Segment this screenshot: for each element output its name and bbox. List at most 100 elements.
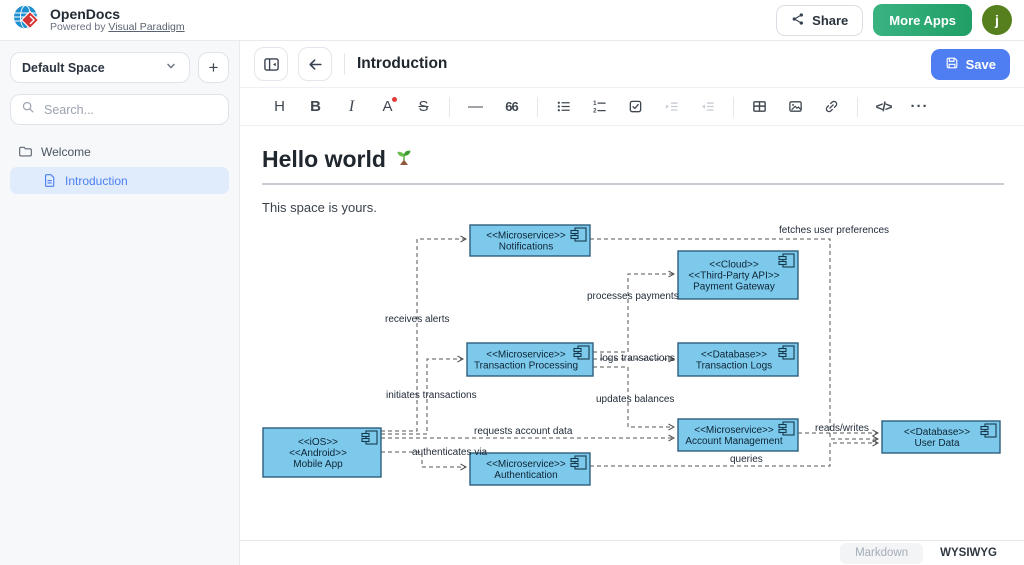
search-input[interactable] xyxy=(42,102,218,118)
table-icon[interactable] xyxy=(746,93,773,120)
font-color-icon[interactable]: A xyxy=(374,93,401,120)
toolbar-separator xyxy=(537,97,538,117)
horizontal-rule-icon[interactable]: — xyxy=(462,93,489,120)
powered-by: Powered by Visual Paradigm xyxy=(50,22,185,34)
seedling-icon xyxy=(394,146,414,173)
folder-icon xyxy=(18,144,33,159)
tree-item-introduction[interactable]: Introduction xyxy=(10,167,229,194)
edge-label-queries: queries xyxy=(730,454,763,465)
component-diagram[interactable]: <<Microservice>>Notifications<<Cloud>><<… xyxy=(250,221,1004,540)
blockquote-icon[interactable]: 66 xyxy=(498,93,525,120)
avatar[interactable]: j xyxy=(982,5,1012,35)
edge-label-reads-writes: reads/writes xyxy=(815,423,869,434)
more-apps-button[interactable]: More Apps xyxy=(873,4,972,36)
svg-text:<<Database>>: <<Database>> xyxy=(701,350,767,361)
svg-text:<<Cloud>>: <<Cloud>> xyxy=(709,260,759,271)
svg-text:Transaction Logs: Transaction Logs xyxy=(696,361,772,372)
formatting-toolbar: HBIAS — 66 12 </> ··· xyxy=(240,88,1024,126)
page-title: Introduction xyxy=(357,55,447,73)
edge-label-logs-transactions: logs transactions xyxy=(600,353,675,364)
svg-text:<<Android>>: <<Android>> xyxy=(289,448,347,459)
app-window: OpenDocs Powered by Visual Paradigm Sh xyxy=(0,0,1024,565)
outdent-icon xyxy=(694,93,721,120)
toolbar-separator xyxy=(733,97,734,117)
editor-panel: Introduction Save HBIAS — 66 12 </> ··· Hello… xyxy=(240,41,1024,565)
svg-text:Mobile App: Mobile App xyxy=(293,459,343,470)
edge-label-processes-payments: processes payments xyxy=(587,291,679,302)
edge-label-receives-alerts: receives alerts xyxy=(385,314,449,325)
editor-mode-bar: MarkdownWYSIWYG xyxy=(240,540,1024,565)
visual-paradigm-link[interactable]: Visual Paradigm xyxy=(108,21,184,33)
edge-label-requests-account-data: requests account data xyxy=(474,426,573,437)
image-icon[interactable] xyxy=(782,93,809,120)
svg-text:<<iOS>>: <<iOS>> xyxy=(298,437,338,448)
tree-item-label: Welcome xyxy=(41,145,91,159)
tab-markdown[interactable]: Markdown xyxy=(840,543,923,564)
node-transaction-logs: <<Database>>Transaction Logs xyxy=(678,343,798,376)
edge-label-authenticates-via: authenticates via xyxy=(412,447,487,458)
svg-text:2: 2 xyxy=(593,108,597,115)
task-list-icon[interactable] xyxy=(622,93,649,120)
edge-label-initiates-transactions: initiates transactions xyxy=(386,390,477,401)
document-paragraph: This space is yours. xyxy=(262,200,1004,215)
svg-text:<<Microservice>>: <<Microservice>> xyxy=(486,231,566,242)
search-box[interactable] xyxy=(10,94,229,125)
svg-text:<<Third-Party API>>: <<Third-Party API>> xyxy=(688,271,779,282)
code-icon[interactable]: </> xyxy=(870,93,897,120)
indent-icon xyxy=(658,93,685,120)
bullet-list-icon[interactable] xyxy=(550,93,577,120)
svg-text:1: 1 xyxy=(593,100,597,107)
edge-label-fetches-user-preferences: fetches user preferences xyxy=(779,225,889,236)
share-icon xyxy=(791,12,805,29)
top-bar: OpenDocs Powered by Visual Paradigm Sh xyxy=(0,0,1024,41)
edge-receives-alerts xyxy=(381,239,466,431)
svg-text:Notifications: Notifications xyxy=(499,242,553,253)
svg-text:<<Database>>: <<Database>> xyxy=(904,427,970,438)
document-content[interactable]: Hello world This space is yours. <<Micro… xyxy=(240,126,1024,540)
share-button[interactable]: Share xyxy=(776,5,863,36)
heading-icon[interactable]: H xyxy=(266,93,293,120)
svg-text:Payment Gateway: Payment Gateway xyxy=(693,282,775,293)
node-transaction-processing: <<Microservice>>Transaction Processing xyxy=(467,343,593,376)
sidebar: Default Space + Welcome Introduction xyxy=(0,41,240,565)
node-account-management: <<Microservice>>Account Management xyxy=(678,419,798,451)
link-icon[interactable] xyxy=(818,93,845,120)
chevron-down-icon xyxy=(164,59,178,76)
app-name: OpenDocs xyxy=(50,7,185,22)
toolbar-separator xyxy=(857,97,858,117)
svg-text:<<Microservice>>: <<Microservice>> xyxy=(486,459,566,470)
node-notifications: <<Microservice>>Notifications xyxy=(470,225,590,256)
bold-icon[interactable]: B xyxy=(302,93,329,120)
document-icon xyxy=(42,173,57,188)
svg-text:Transaction Processing: Transaction Processing xyxy=(474,361,578,372)
numbered-list-icon[interactable]: 12 xyxy=(586,93,613,120)
toggle-sidebar-button[interactable] xyxy=(254,47,288,81)
add-space-button[interactable]: + xyxy=(198,52,229,83)
tree-item-label: Introduction xyxy=(65,174,128,188)
italic-icon[interactable]: I xyxy=(338,93,365,120)
strikethrough-icon[interactable]: S xyxy=(410,93,437,120)
svg-text:<<Microservice>>: <<Microservice>> xyxy=(694,425,774,436)
opendocs-logo-icon xyxy=(12,3,42,38)
doc-header: Introduction Save xyxy=(240,41,1024,88)
node-payment-gateway: <<Cloud>><<Third-Party API>>Payment Gate… xyxy=(678,251,798,299)
save-button[interactable]: Save xyxy=(931,49,1010,80)
brand: OpenDocs Powered by Visual Paradigm xyxy=(12,3,185,38)
save-icon xyxy=(945,56,959,73)
page-tree: Welcome Introduction xyxy=(10,138,229,194)
toolbar-separator xyxy=(449,97,450,117)
svg-text:Authentication: Authentication xyxy=(494,470,557,481)
node-user-data: <<Database>>User Data xyxy=(882,421,1000,453)
tree-item-welcome[interactable]: Welcome xyxy=(10,138,229,165)
search-icon xyxy=(21,100,35,119)
edge-processes-payments xyxy=(593,274,674,352)
svg-text:Account Management: Account Management xyxy=(685,436,783,447)
space-selector[interactable]: Default Space xyxy=(10,52,190,83)
svg-text:<<Microservice>>: <<Microservice>> xyxy=(486,350,566,361)
edge-label-updates-balances: updates balances xyxy=(596,394,674,405)
back-button[interactable] xyxy=(298,47,332,81)
tab-wysiwyg[interactable]: WYSIWYG xyxy=(925,543,1012,564)
more-icon[interactable]: ··· xyxy=(906,93,933,120)
document-heading: Hello world xyxy=(262,146,1004,185)
node-authentication: <<Microservice>>Authentication xyxy=(470,453,590,485)
